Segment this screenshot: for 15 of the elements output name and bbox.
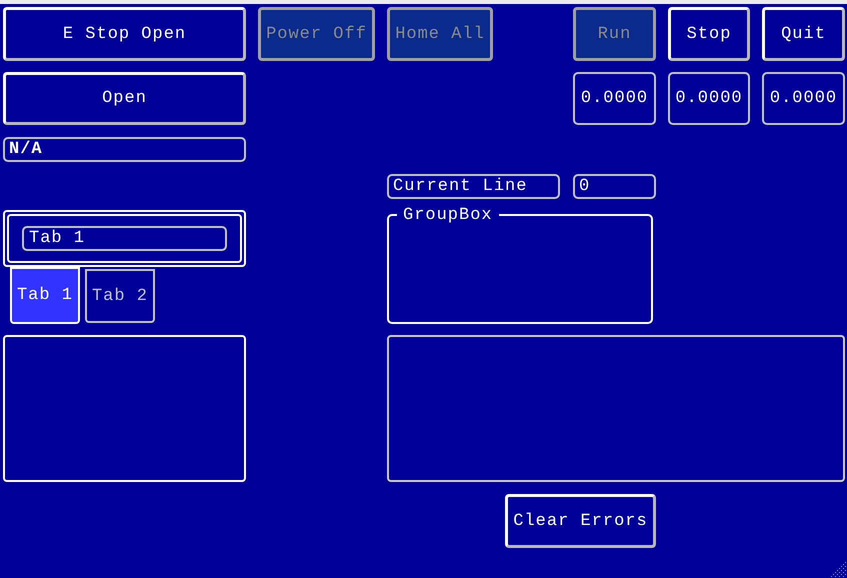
position-readout: 0.0000 — [762, 72, 845, 125]
current-line-label: Current Line — [387, 174, 560, 199]
position-readout: 0.0000 — [573, 72, 656, 125]
group-box-title: GroupBox — [397, 207, 499, 225]
button[interactable]: Quit — [762, 7, 845, 61]
status-field: N/A — [3, 137, 246, 162]
tab[interactable]: Tab 2 — [85, 269, 155, 323]
tab[interactable]: Tab 1 — [10, 267, 80, 324]
current-line-field: 0 — [573, 174, 656, 199]
position-readout: 0.0000 — [668, 72, 750, 125]
button[interactable]: Stop — [668, 7, 750, 61]
open-button[interactable]: Open — [3, 72, 246, 125]
button[interactable]: E Stop Open — [3, 7, 246, 61]
clear-errors-button[interactable]: Clear Errors — [505, 494, 656, 548]
text-field[interactable]: Tab 1 — [22, 226, 227, 251]
